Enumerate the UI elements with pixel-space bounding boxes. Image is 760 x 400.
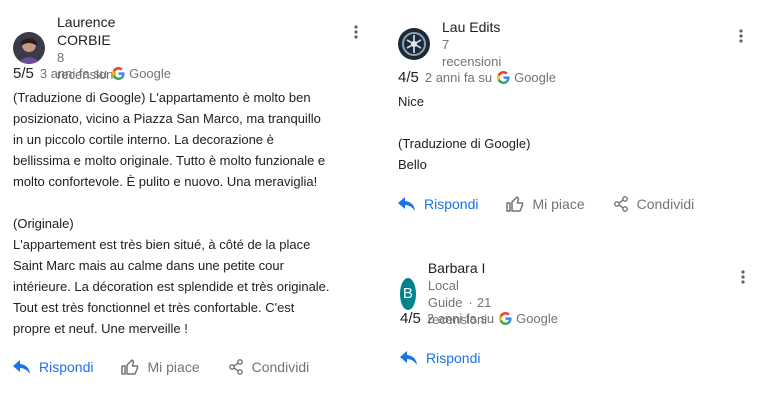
reviewer-name[interactable]: Lau Edits bbox=[442, 18, 501, 36]
review-source: Google bbox=[516, 311, 558, 326]
review-date: 3 anni fa su bbox=[39, 66, 108, 81]
avatar[interactable] bbox=[13, 32, 45, 64]
rating-line: 4/5 2 anni fa su Google bbox=[400, 310, 558, 327]
rating-score: 5/5 bbox=[13, 65, 34, 82]
like-button[interactable]: Mi piace bbox=[121, 359, 200, 375]
thumbs-up-icon bbox=[506, 196, 524, 212]
avatar[interactable] bbox=[398, 28, 430, 60]
local-guide-label[interactable]: Local Guide bbox=[428, 278, 463, 310]
review-count[interactable]: 7 recensioni bbox=[442, 36, 501, 70]
like-button[interactable]: Mi piace bbox=[506, 196, 585, 212]
share-icon bbox=[228, 359, 243, 375]
reply-button[interactable]: Rispondi bbox=[400, 350, 480, 366]
share-label: Condividi bbox=[251, 359, 310, 375]
reply-icon bbox=[400, 351, 417, 365]
share-button[interactable]: Condividi bbox=[613, 196, 695, 212]
review-source: Google bbox=[129, 66, 171, 81]
share-button[interactable]: Condividi bbox=[228, 359, 310, 375]
reply-icon bbox=[398, 197, 415, 211]
like-label: Mi piace bbox=[147, 359, 200, 375]
review-text: Nice (Traduzione di Google) Bello bbox=[398, 94, 531, 172]
reply-label: Rispondi bbox=[424, 196, 479, 212]
avatar[interactable]: B bbox=[400, 277, 416, 310]
google-icon bbox=[499, 312, 512, 325]
review-date: 2 anni fa su bbox=[426, 311, 495, 326]
separator-dot: · bbox=[468, 295, 473, 310]
review-text: (Traduzione di Google) L'appartamento è … bbox=[13, 90, 330, 336]
review-source: Google bbox=[514, 70, 556, 85]
more-options-icon[interactable] bbox=[731, 26, 751, 46]
reply-icon bbox=[13, 360, 30, 374]
review-actions: Rispondi Mi piace Condividi bbox=[398, 196, 722, 212]
thumbs-up-icon bbox=[121, 359, 139, 375]
reply-label: Rispondi bbox=[39, 359, 94, 375]
share-label: Condividi bbox=[636, 196, 695, 212]
rating-score: 4/5 bbox=[398, 69, 419, 86]
rating-line: 5/5 3 anni fa su Google bbox=[13, 65, 171, 82]
reviewer-name[interactable]: Laurence CORBIE bbox=[57, 13, 116, 49]
google-icon bbox=[112, 67, 125, 80]
reply-button[interactable]: Rispondi bbox=[398, 196, 478, 212]
rating-score: 4/5 bbox=[400, 310, 421, 327]
like-label: Mi piace bbox=[532, 196, 585, 212]
review-actions: Rispondi Mi piace Condividi bbox=[13, 359, 337, 375]
google-icon bbox=[497, 71, 510, 84]
more-options-icon[interactable] bbox=[733, 267, 753, 287]
reply-label: Rispondi bbox=[426, 350, 481, 366]
review-date: 2 anni fa su bbox=[424, 70, 493, 85]
share-icon bbox=[613, 196, 628, 212]
reply-button[interactable]: Rispondi bbox=[13, 359, 93, 375]
rating-line: 4/5 2 anni fa su Google bbox=[398, 69, 556, 86]
review-actions: Rispondi bbox=[400, 350, 508, 366]
more-options-icon[interactable] bbox=[346, 22, 366, 42]
reviewer-name[interactable]: Barbara I bbox=[428, 259, 508, 277]
review-header: Lau Edits 7 recensioni bbox=[398, 18, 501, 70]
